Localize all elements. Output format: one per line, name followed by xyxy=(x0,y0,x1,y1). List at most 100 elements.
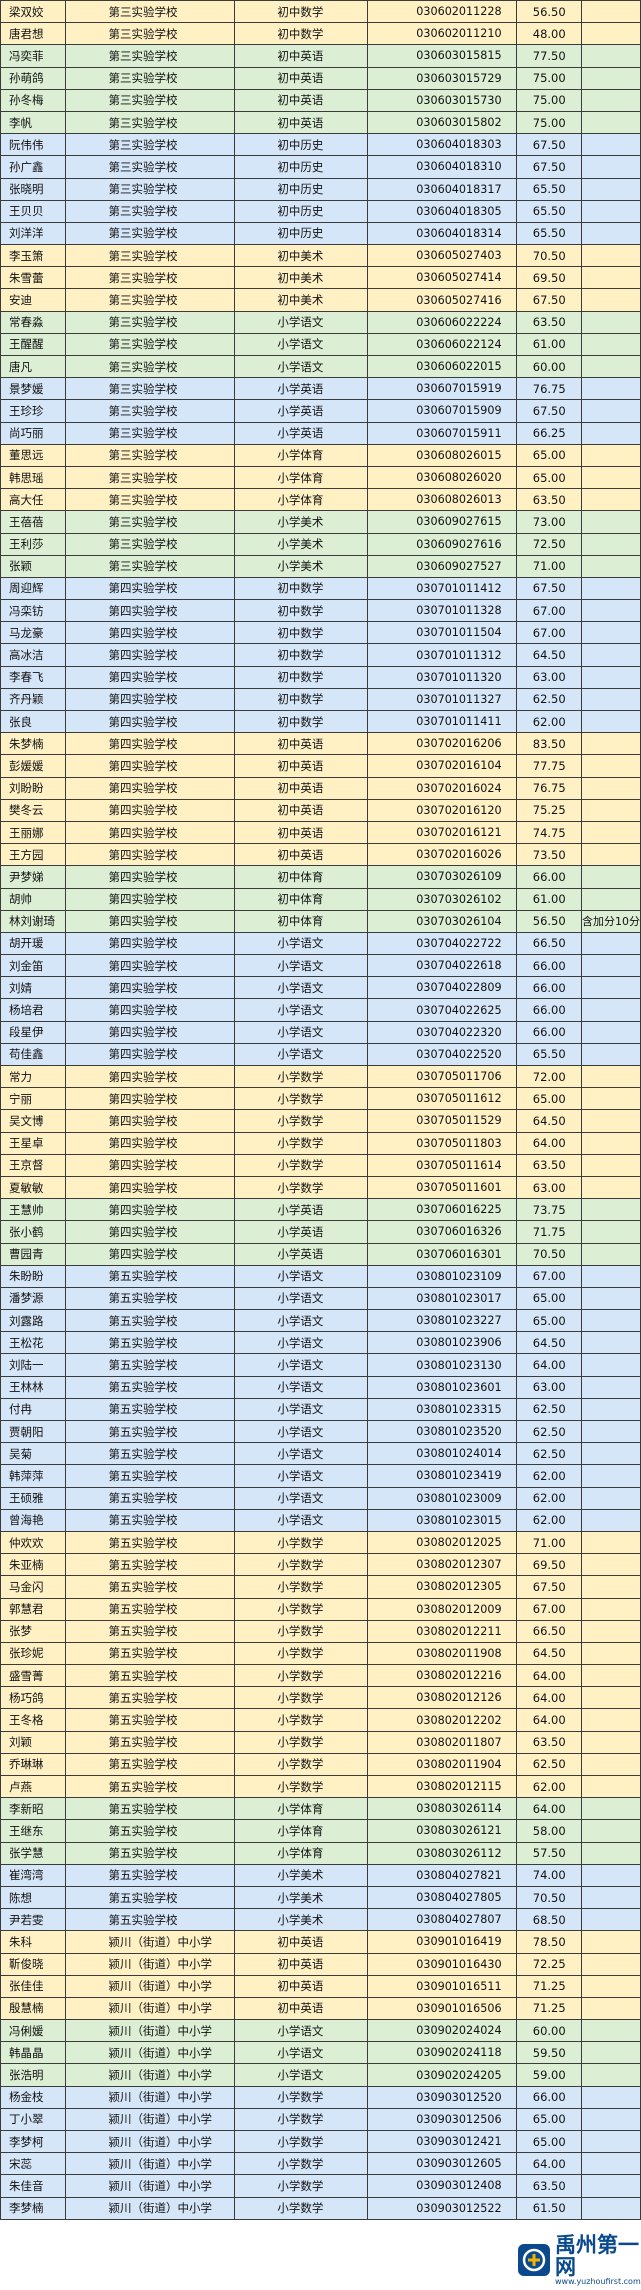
score-cell: 72.25 xyxy=(516,1952,582,1976)
name-cell: 崔湾湾 xyxy=(0,1863,67,1887)
school-cell: 颍川（街道）中小学 xyxy=(65,1996,236,2021)
table-row: 常春淼 第三实验学校 小学语文 030606022224 63.50 xyxy=(0,310,641,334)
score-cell: 59.50 xyxy=(516,2041,582,2065)
exam-id-cell: 030702016104 xyxy=(367,754,518,778)
note-cell xyxy=(580,44,641,68)
note-cell xyxy=(580,1619,641,1643)
name-cell: 高大任 xyxy=(0,488,67,512)
exam-id-cell: 030704022520 xyxy=(367,1042,518,1067)
score-cell: 63.00 xyxy=(516,665,582,689)
school-cell: 第三实验学校 xyxy=(65,510,236,534)
score-cell: 67.50 xyxy=(516,1575,582,1599)
exam-id-cell: 030605027414 xyxy=(367,266,518,290)
note-cell xyxy=(580,1841,641,1865)
exam-id-cell: 030802011908 xyxy=(367,1641,518,1666)
school-cell: 颍川（街道）中小学 xyxy=(65,2107,236,2132)
note-cell xyxy=(580,1930,641,1954)
exam-id-cell: 030608026013 xyxy=(367,488,518,512)
exam-id-cell: 030706016301 xyxy=(367,1242,518,1266)
note-cell xyxy=(580,1996,641,2021)
note-cell xyxy=(580,1397,641,1422)
score-cell: 57.50 xyxy=(516,1841,582,1865)
note-cell xyxy=(580,1730,641,1754)
name-cell: 孙冬梅 xyxy=(0,88,67,112)
score-cell: 63.50 xyxy=(516,1153,582,1177)
note-cell xyxy=(580,421,641,445)
school-cell: 第四实验学校 xyxy=(65,954,236,978)
school-cell: 颍川（街道）中小学 xyxy=(65,2019,236,2043)
table-row: 王慧帅 第四实验学校 小学英语 030706016225 73.75 xyxy=(0,1198,641,1222)
name-cell: 冯俐媛 xyxy=(0,2019,67,2043)
exam-id-cell: 030802012305 xyxy=(367,1575,518,1599)
exam-id-cell: 030801023009 xyxy=(367,1486,518,1510)
subject-cell: 小学语文 xyxy=(234,310,369,334)
note-cell xyxy=(580,554,641,578)
table-row: 胡开瑗 第四实验学校 小学语文 030704022722 66.50 xyxy=(0,931,641,956)
table-row: 朱盼盼 第五实验学校 小学语文 030801023109 67.00 xyxy=(0,1264,641,1288)
table-row: 王珍珍 第三实验学校 小学英语 030607015909 67.50 xyxy=(0,399,641,423)
name-cell: 刘婧 xyxy=(0,976,67,1000)
school-cell: 第五实验学校 xyxy=(65,1442,236,1466)
table-row: 齐丹颖 第四实验学校 初中数学 030701011327 62.50 xyxy=(0,687,641,712)
subject-cell: 小学英语 xyxy=(234,1242,369,1266)
subject-cell: 初中美术 xyxy=(234,266,369,290)
watermark: 禹州第一网 www.yuzhoufirst.com xyxy=(517,2234,641,2286)
exam-id-cell: 030604018305 xyxy=(367,199,518,223)
note-cell xyxy=(580,354,641,379)
subject-cell: 初中美术 xyxy=(234,244,369,268)
table-row: 苟佳鑫 第四实验学校 小学语文 030704022520 65.50 xyxy=(0,1042,641,1067)
table-row: 尹若雯 第五实验学校 小学美术 030804027807 68.50 xyxy=(0,1908,641,1932)
exam-id-cell: 030901016419 xyxy=(367,1930,518,1954)
exam-id-cell: 030609027616 xyxy=(367,532,518,556)
name-cell: 夏敏敏 xyxy=(0,1175,67,1200)
subject-cell: 小学语文 xyxy=(234,954,369,978)
exam-id-cell: 030901016506 xyxy=(367,1996,518,2021)
subject-cell: 初中英语 xyxy=(234,776,369,800)
note-cell xyxy=(580,221,641,246)
subject-cell: 小学数学 xyxy=(234,1641,369,1666)
note-cell xyxy=(580,754,641,778)
subject-cell: 小学语文 xyxy=(234,1264,369,1288)
table-row: 王冬格 第五实验学校 小学数学 030802012202 64.00 xyxy=(0,1708,641,1732)
exam-id-cell: 030804027807 xyxy=(367,1908,518,1932)
name-cell: 朱佳音 xyxy=(0,2174,67,2198)
exam-id-cell: 030606022224 xyxy=(367,310,518,334)
exam-id-cell: 030702016121 xyxy=(367,820,518,845)
exam-id-cell: 030801023315 xyxy=(367,1397,518,1422)
name-cell: 苟佳鑫 xyxy=(0,1042,67,1067)
table-row: 朱佳音 颍川（街道）中小学 小学数学 030903012408 63.50 xyxy=(0,2174,641,2198)
note-cell xyxy=(580,155,641,179)
score-cell: 58.00 xyxy=(516,1819,582,1843)
name-cell: 王珍珍 xyxy=(0,399,67,423)
subject-cell: 小学语文 xyxy=(234,354,369,379)
exam-id-cell: 030603015815 xyxy=(367,44,518,68)
score-cell: 69.50 xyxy=(516,266,582,290)
exam-id-cell: 030803026121 xyxy=(367,1819,518,1843)
table-row: 靳俊晓 颍川（街道）中小学 初中英语 030901016430 72.25 xyxy=(0,1952,641,1976)
score-cell: 64.00 xyxy=(516,1797,582,1821)
exam-id-cell: 030703026109 xyxy=(367,865,518,889)
school-cell: 第三实验学校 xyxy=(65,199,236,223)
subject-cell: 小学语文 xyxy=(234,998,369,1022)
name-cell: 张良 xyxy=(0,709,67,734)
subject-cell: 小学语文 xyxy=(234,1486,369,1510)
school-cell: 第四实验学校 xyxy=(65,1153,236,1177)
subject-cell: 小学数学 xyxy=(234,1153,369,1177)
school-cell: 第五实验学校 xyxy=(65,1353,236,1377)
name-cell: 张晓明 xyxy=(0,177,67,201)
subject-cell: 初中英语 xyxy=(234,820,369,845)
subject-cell: 小学数学 xyxy=(234,2085,369,2109)
name-cell: 贾朝阳 xyxy=(0,1419,67,1444)
exam-id-cell: 030901016511 xyxy=(367,1974,518,1998)
subject-cell: 小学数学 xyxy=(234,1752,369,1777)
subject-cell: 初中数学 xyxy=(234,687,369,712)
score-cell: 64.00 xyxy=(516,1686,582,1710)
note-cell xyxy=(580,22,641,46)
school-cell: 第四实验学校 xyxy=(65,976,236,1000)
note-cell xyxy=(580,1087,641,1111)
score-cell: 63.50 xyxy=(516,1730,582,1754)
exam-id-cell: 030604018310 xyxy=(367,155,518,179)
subject-cell: 初中英语 xyxy=(234,110,369,135)
table-row: 张颖 第三实验学校 小学美术 030609027527 71.00 xyxy=(0,554,641,578)
name-cell: 丁小翠 xyxy=(0,2107,67,2132)
